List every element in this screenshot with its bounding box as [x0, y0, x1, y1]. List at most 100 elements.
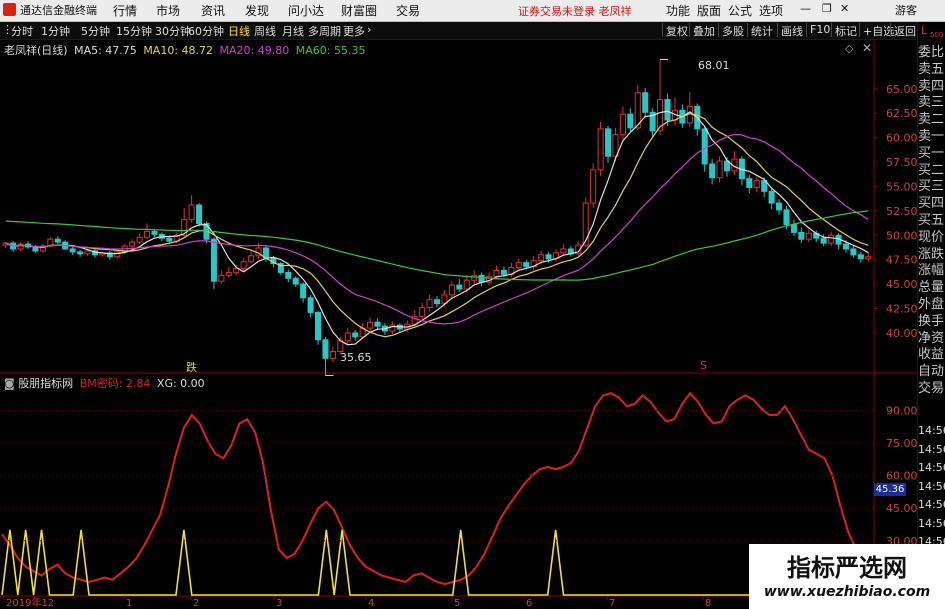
side-letter-500: 500 — [930, 31, 944, 39]
x-tick-label-6: 6 — [526, 598, 532, 609]
quote-label-11: 现价 — [918, 229, 945, 245]
high-price-label: 68.01 — [698, 59, 730, 72]
candle-body — [776, 202, 783, 211]
candle-body — [352, 332, 359, 338]
candle-body — [248, 255, 255, 263]
candle-body — [433, 299, 441, 305]
x-tick-label-4: 4 — [368, 598, 374, 609]
candle-body — [493, 269, 500, 277]
candle-body — [545, 254, 552, 260]
candle-body — [783, 209, 790, 226]
x-tick-label-7: 7 — [609, 598, 615, 609]
candle-body — [716, 160, 723, 179]
quote-label-20: 交易 — [918, 380, 945, 396]
candle-body — [746, 178, 753, 188]
candle-body — [136, 236, 143, 243]
candle-body — [314, 311, 322, 341]
x-tick-label-1: 1 — [126, 598, 132, 609]
candle-body — [188, 204, 195, 221]
candle-body — [642, 92, 649, 113]
low-price-label: 35.65 — [340, 351, 372, 364]
candle-body — [590, 169, 597, 204]
trade-time-3: 14:56 — [918, 479, 945, 493]
current-value-box: 45.36 — [874, 483, 906, 496]
candle-body — [850, 248, 857, 256]
candle-body — [32, 246, 39, 252]
candle-body — [367, 321, 374, 329]
candle-body — [322, 339, 329, 359]
candle-body — [619, 113, 626, 136]
x-tick-label-5: 5 — [454, 598, 460, 609]
x-tick-label-3: 3 — [276, 598, 282, 609]
candle-body — [337, 340, 344, 352]
candle-body — [77, 251, 84, 255]
price-tick-label-9: 42.50 — [886, 303, 918, 316]
quote-label-6: 买一 — [918, 145, 945, 161]
candle-body — [820, 237, 827, 244]
candle-body — [538, 254, 545, 262]
candle-body — [798, 231, 805, 240]
candle-body — [69, 248, 76, 253]
candle-body — [471, 274, 478, 281]
candle-body — [604, 128, 612, 157]
price-tick-label-8: 45.00 — [886, 278, 918, 291]
candle-body — [84, 250, 91, 255]
ind-tick-label-3: 45.00 — [886, 502, 918, 515]
candle-body — [582, 202, 589, 246]
price-tick-label-2: 60.00 — [886, 132, 918, 145]
price-tick-label-10: 40.00 — [886, 327, 918, 340]
x-tick-label-2: 2 — [193, 598, 199, 609]
price-tick-label-3: 57.50 — [886, 156, 918, 169]
candle-body — [240, 261, 247, 269]
ind-tick-label-0: 90.00 — [886, 405, 918, 418]
trade-time-2: 14:56 — [918, 461, 945, 474]
price-tick-label-1: 62.50 — [886, 107, 918, 120]
candle-body — [262, 247, 270, 259]
trade-time-0: 14:56 — [918, 424, 945, 437]
candle-body — [560, 248, 567, 254]
x-tick-label-8: 8 — [705, 598, 711, 609]
candle-body — [300, 283, 307, 299]
candle-body — [448, 284, 455, 296]
quote-label-3: 卖三 — [918, 95, 945, 111]
candle-body — [151, 230, 158, 235]
candle-body — [805, 232, 812, 240]
candle-body — [828, 234, 835, 244]
candle-body — [225, 271, 232, 276]
quote-label-10: 买五 — [918, 212, 945, 228]
quote-labels: 委比 卖五 卖四 卖三 卖二 卖一 买一 买二 买三 买四 买五 现价 涨跌 涨幅 总量 外盘 换手 净资 收益 自动… — [918, 45, 945, 398]
candle-body — [790, 224, 797, 233]
candle-body — [426, 299, 433, 309]
quote-label-9: 买四 — [918, 196, 945, 212]
candle-body — [374, 321, 381, 327]
candle-body — [523, 262, 530, 268]
candle-body — [768, 190, 775, 204]
quote-label-13: 涨幅 — [918, 263, 945, 279]
candle-body — [865, 256, 872, 260]
quote-label-8: 买三 — [918, 179, 945, 195]
signal-die-marker: 跌 — [186, 361, 197, 374]
candle-body — [307, 297, 314, 313]
ind-tick-label-1: 75.00 — [886, 437, 918, 450]
candle-body — [463, 279, 470, 290]
quote-label-12: 涨跌 — [918, 246, 945, 262]
candle-body — [218, 274, 225, 282]
price-tick-label-4: 55.00 — [886, 180, 918, 193]
quote-label-18: 收益 — [918, 347, 945, 363]
kline-chart[interactable]: 65.00 62.50 60.00 57.50 55.00 52.50 50.00 47.50… — [0, 0, 945, 609]
candle-body — [478, 274, 485, 283]
candle-body — [627, 113, 634, 129]
quote-label-5: 卖一 — [918, 128, 945, 144]
watermark-title: 指标严选网 — [787, 554, 907, 582]
candle-body — [344, 332, 351, 342]
candle-body — [500, 269, 507, 275]
trade-time-1: 14:56 — [918, 442, 945, 456]
quote-label-4: 卖二 — [918, 112, 945, 128]
candle-body — [709, 163, 716, 179]
candle-body — [285, 271, 292, 279]
candle-body — [210, 238, 217, 282]
candle-body — [753, 180, 760, 188]
quote-label-16: 换手 — [918, 313, 945, 329]
watermark-url: www.xuezhibiao.com — [763, 584, 931, 600]
candle-body — [143, 230, 151, 238]
